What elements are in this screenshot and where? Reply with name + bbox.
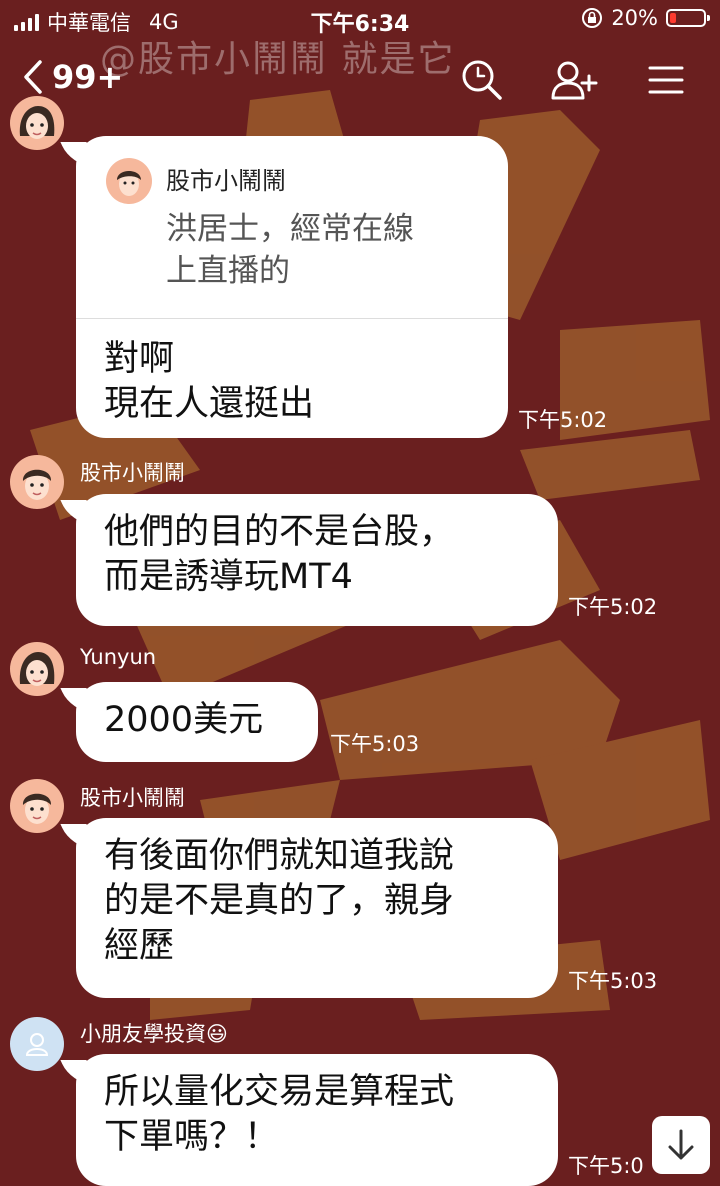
avatar-stock-naonao[interactable]: [10, 779, 64, 833]
message-time: 下午5:0: [568, 1154, 644, 1178]
quoted-sender: 股市小鬧鬧: [166, 166, 286, 195]
message-bubble[interactable]: 所以量化交易是算程式 下單嗎？！: [76, 1054, 558, 1186]
quoted-avatar-icon: [106, 158, 152, 204]
battery-percent: 20%: [611, 6, 658, 30]
reply-text: 對啊 現在人還挺出: [76, 319, 508, 447]
battery-icon: [666, 9, 710, 27]
add-friend-icon: [551, 61, 598, 100]
quoted-text-line2: 上直播的: [166, 253, 290, 289]
default-user-icon: [25, 1033, 49, 1056]
quoted-message[interactable]: 股市小鬧鬧 洪居士，經常在線 上直播的: [76, 136, 508, 319]
message-line: 2000美元: [104, 700, 264, 740]
back-button[interactable]: 99+: [22, 58, 123, 96]
header-actions: [458, 56, 690, 104]
avatar-yunyun[interactable]: [10, 642, 64, 696]
message-time: 下午5:03: [330, 732, 420, 756]
status-right: 20%: [581, 6, 710, 30]
search-icon: [462, 60, 502, 100]
smile-emoji-icon: 😃: [206, 1022, 228, 1046]
message-bubble[interactable]: 有後面你們就知道我說 的是不是真的了，親身 經歷: [76, 818, 558, 998]
avatar-yunyun-icon: [10, 642, 64, 696]
message-line: 經歷: [104, 926, 175, 966]
message-time: 下午5:02: [518, 408, 608, 432]
sender-name: 小朋友學投資: [80, 1022, 206, 1046]
sender-name: Yunyun: [80, 645, 157, 669]
chevron-left-icon: [24, 60, 42, 94]
chat-header: @股市小鬧鬧 就是它 99+: [0, 39, 720, 120]
message-line: 對啊: [104, 339, 175, 379]
message-time: 下午5:02: [568, 595, 658, 619]
sender-name: 股市小鬧鬧: [80, 461, 185, 485]
message-line: 所以量化交易是算程式: [104, 1072, 455, 1112]
chat-messages[interactable]: 股市小鬧鬧 洪居士，經常在線 上直播的 對啊 現在人還挺出 下午5:02 股市小…: [0, 0, 720, 1186]
message-line: 下單嗎？！: [104, 1117, 280, 1157]
add-friend-button[interactable]: [550, 56, 598, 104]
menu-button[interactable]: [642, 56, 690, 104]
quoted-text-line1: 洪居士，經常在線: [166, 211, 414, 247]
message-line: 現在人還挺出: [104, 384, 315, 424]
avatar-default[interactable]: [10, 1017, 64, 1071]
room-name-ghost: @股市小鬧鬧 就是它: [100, 39, 456, 80]
avatar-stock-naonao-icon: [10, 779, 64, 833]
unread-count: 99+: [52, 58, 124, 96]
arrow-down-icon: [668, 1129, 694, 1160]
message-time: 下午5:03: [568, 969, 658, 993]
avatar-stock-naonao[interactable]: [10, 455, 64, 509]
message-line: 有後面你們就知道我說: [104, 836, 455, 876]
sender-name: 股市小鬧鬧: [80, 786, 185, 810]
search-button[interactable]: [458, 56, 506, 104]
message-bubble-reply[interactable]: 股市小鬧鬧 洪居士，經常在線 上直播的 對啊 現在人還挺出: [76, 136, 508, 438]
battery-level-fill: [670, 13, 676, 23]
message-bubble[interactable]: 他們的目的不是台股， 而是誘導玩MT4: [76, 494, 558, 626]
scroll-to-bottom-button[interactable]: [652, 1116, 710, 1174]
sender-name-row: 小朋友學投資😃: [80, 1018, 228, 1048]
message-line: 而是誘導玩MT4: [104, 557, 353, 597]
message-line: 的是不是真的了，親身: [104, 881, 455, 921]
menu-icon: [648, 66, 684, 94]
message-line: 他們的目的不是台股，: [104, 512, 455, 552]
message-bubble[interactable]: 2000美元: [76, 682, 318, 762]
orientation-lock-icon: [582, 8, 603, 28]
avatar-stock-naonao-icon: [10, 455, 64, 509]
